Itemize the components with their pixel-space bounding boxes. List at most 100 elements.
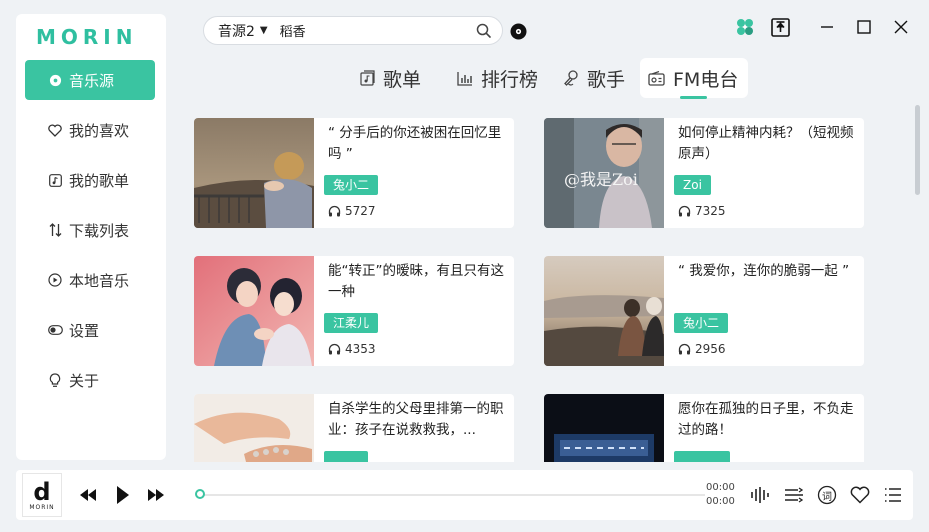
progress-track[interactable] xyxy=(200,494,705,496)
minimize-icon[interactable] xyxy=(816,16,838,38)
source-select[interactable]: 音源2 ▼ xyxy=(218,21,280,41)
sidebar-item-label: 我的歌单 xyxy=(69,171,130,190)
album-cover[interactable]: d MORIN xyxy=(22,473,62,517)
sidebar-item-music-source[interactable]: 音乐源 xyxy=(25,60,155,100)
tab-singers[interactable]: 歌手 xyxy=(555,58,633,98)
playlist-icon xyxy=(47,173,63,187)
card-thumbnail xyxy=(194,118,314,228)
search-bar: 音源2 ▼ xyxy=(203,16,503,45)
app-logo: MORIN xyxy=(36,25,138,49)
headphones-icon xyxy=(678,205,691,217)
clover-icon[interactable] xyxy=(734,16,756,38)
author-badge[interactable] xyxy=(674,451,730,462)
sidebar-item-favorites[interactable]: 我的喜欢 xyxy=(25,110,155,150)
sidebar-item-label: 下载列表 xyxy=(69,221,130,240)
radio-card[interactable]: 自杀学生的父母里排第一的职业：孩子在说救救我，... xyxy=(194,394,514,462)
sidebar-item-label: 设置 xyxy=(69,321,100,340)
play-icon[interactable] xyxy=(114,483,132,507)
local-play-icon xyxy=(47,273,63,287)
radio-icon xyxy=(648,70,665,86)
radio-card[interactable]: @我是Zoi 如何停止精神内耗？（短视频原声） Zoi 7325 xyxy=(544,118,864,228)
play-count: 4353 xyxy=(328,342,376,356)
cover-logo-text: MORIN xyxy=(29,503,55,511)
player-bar: d MORIN 00:00 00:00 词 xyxy=(16,470,913,520)
previous-icon[interactable] xyxy=(78,483,98,507)
current-time: 00:00 xyxy=(706,482,735,493)
play-count: 5727 xyxy=(328,204,376,218)
author-badge[interactable]: 江柔儿 xyxy=(324,313,379,333)
headphones-icon xyxy=(328,343,341,355)
playlist-order-icon[interactable] xyxy=(782,483,806,507)
sidebar-item-downloads[interactable]: 下载列表 xyxy=(25,210,155,250)
tab-label: 歌单 xyxy=(383,68,422,91)
total-time: 00:00 xyxy=(706,496,735,507)
card-title: “ 分手后的你还被困在回忆里吗 ” xyxy=(328,125,502,162)
tab-fm-radio[interactable]: FM电台 xyxy=(640,58,748,98)
author-badge[interactable]: 兔小二 xyxy=(324,175,379,195)
songlist-icon xyxy=(360,70,375,86)
card-title: “ 我爱你，连你的脆弱一起 ” xyxy=(678,263,850,279)
thumbnail-watermark: @我是Zoi xyxy=(564,170,638,189)
active-tab-indicator xyxy=(680,96,707,99)
author-badge[interactable]: 兔小二 xyxy=(674,313,729,333)
author-badge[interactable]: Zoi xyxy=(674,175,711,195)
sidebar-item-about[interactable]: 关于 xyxy=(25,360,155,400)
download-sort-icon xyxy=(47,223,63,237)
caret-down-icon: ▼ xyxy=(259,25,268,36)
card-title: 自杀学生的父母里排第一的职业：孩子在说救救我，... xyxy=(328,401,504,438)
play-count-value: 2956 xyxy=(695,342,726,356)
sidebar-item-settings[interactable]: 设置 xyxy=(25,310,155,350)
tab-charts[interactable]: 排行榜 xyxy=(449,58,546,98)
sidebar-item-label: 关于 xyxy=(69,371,100,390)
play-count: 2956 xyxy=(678,342,726,356)
bulb-icon xyxy=(47,372,63,388)
waveform-icon[interactable] xyxy=(748,483,772,507)
next-icon[interactable] xyxy=(146,483,166,507)
heart-icon[interactable] xyxy=(848,483,872,507)
radio-card[interactable]: “ 我爱你，连你的脆弱一起 ” 兔小二 2956 xyxy=(544,256,864,366)
play-count-value: 5727 xyxy=(345,204,376,218)
app-window: MORIN 音乐源 我的喜欢 我的歌单 下载列表 本地音乐 设置 关于 音源2 … xyxy=(0,0,929,532)
tab-label: 歌手 xyxy=(587,68,626,91)
cover-logo-letter: d xyxy=(33,477,51,506)
play-count: 7325 xyxy=(678,204,726,218)
progress-handle[interactable] xyxy=(195,489,205,499)
card-thumbnail xyxy=(194,256,314,366)
tab-songlists[interactable]: 歌单 xyxy=(352,58,429,98)
content-scrollbar[interactable] xyxy=(915,105,920,195)
maximize-icon[interactable] xyxy=(853,16,875,38)
sidebar-item-label: 我的喜欢 xyxy=(69,121,130,140)
author-badge[interactable] xyxy=(324,451,368,462)
upload-icon[interactable] xyxy=(769,16,791,38)
vinyl-disc-icon[interactable] xyxy=(510,23,527,40)
card-title: 能“转正”的暧昧，有且只有这一种 xyxy=(328,263,504,300)
play-count-value: 7325 xyxy=(695,204,726,218)
singer-icon xyxy=(563,69,579,87)
sidebar-item-local-music[interactable]: 本地音乐 xyxy=(25,260,155,300)
tab-label: 排行榜 xyxy=(481,68,539,91)
tab-label: FM电台 xyxy=(673,68,739,91)
play-count-value: 4353 xyxy=(345,342,376,356)
radio-card[interactable]: “ 分手后的你还被困在回忆里吗 ” 兔小二 5727 xyxy=(194,118,514,228)
radio-card[interactable]: 能“转正”的暧昧，有且只有这一种 江柔儿 4353 xyxy=(194,256,514,366)
lyrics-label: 词 xyxy=(822,491,832,503)
disc-icon xyxy=(47,74,63,87)
bar-chart-icon xyxy=(457,71,473,86)
queue-list-icon[interactable] xyxy=(881,483,905,507)
card-thumbnail xyxy=(544,256,664,366)
search-icon[interactable] xyxy=(474,21,494,41)
card-title: 如何停止精神内耗？（短视频原声） xyxy=(678,125,854,162)
search-input[interactable] xyxy=(279,23,460,38)
source-select-value: 音源2 xyxy=(218,23,255,40)
lyrics-icon[interactable]: 词 xyxy=(815,483,839,507)
card-thumbnail xyxy=(194,394,314,462)
sidebar-item-my-playlists[interactable]: 我的歌单 xyxy=(25,160,155,200)
headphones-icon xyxy=(328,205,341,217)
card-thumbnail xyxy=(544,394,664,462)
radio-grid: “ 分手后的你还被困在回忆里吗 ” 兔小二 5727 @我是Zoi 如何停止精神… xyxy=(180,105,910,462)
sidebar: MORIN 音乐源 我的喜欢 我的歌单 下载列表 本地音乐 设置 关于 xyxy=(16,14,166,460)
radio-card[interactable]: 愿你在孤独的日子里，不负走过的路！ xyxy=(544,394,864,462)
sidebar-item-label: 本地音乐 xyxy=(69,271,130,290)
heart-icon xyxy=(47,123,63,137)
close-icon[interactable] xyxy=(890,16,912,38)
